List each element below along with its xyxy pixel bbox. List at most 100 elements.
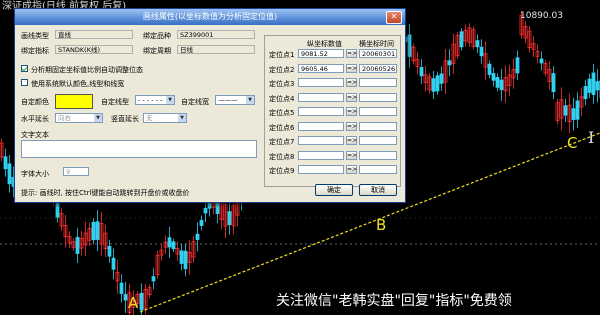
candle-body (539, 58, 544, 64)
point-b-label: B (376, 216, 387, 234)
candle-body (95, 221, 100, 240)
line-properties-dialog: 画线属性(以坐标数值为分析固定位值) ✕ 画线类型 直线 绑定品种 SZ3990… (14, 8, 406, 203)
arrow-right-icon[interactable]: => (346, 49, 357, 58)
fixed-coord-checkbox[interactable] (21, 65, 28, 72)
index-field: STANDK(K线) (55, 45, 133, 54)
text-label: 文字文本 (21, 131, 49, 139)
anchor-label: 定位点9 (269, 167, 295, 175)
color-label: 自定颜色 (21, 98, 49, 106)
arrow-right-icon[interactable]: => (346, 136, 357, 145)
arrow-right-icon[interactable]: => (346, 150, 357, 160)
candle-body (595, 81, 600, 91)
close-icon[interactable]: ✕ (386, 11, 402, 24)
ok-button[interactable]: 确定 (315, 184, 353, 196)
anchor-time-input[interactable] (359, 136, 397, 145)
anchor-value-input[interactable] (298, 92, 344, 102)
chevron-down-icon: ▼ (166, 96, 174, 104)
arrow-right-icon[interactable]: => (346, 92, 357, 102)
anchor-time-input[interactable] (359, 78, 397, 87)
arrow-right-icon[interactable]: => (346, 121, 357, 131)
anchor-time-input[interactable] (359, 150, 397, 160)
candle-body (515, 57, 520, 74)
candle-body (407, 34, 412, 57)
cancel-button[interactable]: 取消 (359, 184, 397, 196)
candle-body (571, 108, 576, 120)
anchor-value-input[interactable]: 9081.52 (298, 49, 344, 58)
anchor-label: 定位点8 (269, 152, 295, 161)
arrow-right-icon[interactable]: => (346, 78, 357, 87)
default-style-checkbox[interactable] (21, 79, 28, 86)
arrow-right-icon[interactable]: => (346, 165, 357, 174)
anchor-time-input[interactable]: 20060301 (359, 49, 397, 58)
candle-body (199, 219, 204, 226)
vextend-select[interactable]: 无 ▼ (143, 113, 187, 123)
candle-body (75, 236, 80, 254)
candle-body (183, 250, 188, 270)
candle-body (151, 276, 156, 282)
candle-body (227, 211, 232, 225)
chevron-down-icon: ▼ (246, 96, 254, 104)
candle-body (479, 46, 484, 57)
hextend-value: 向右 (58, 114, 71, 122)
candle-body (91, 222, 96, 241)
arrow-right-icon[interactable]: => (346, 63, 357, 73)
candle-body (435, 75, 440, 92)
anchor-value-input[interactable] (298, 136, 344, 145)
high-price-label: 10890.03 (520, 11, 563, 21)
anchor-label: 定位点7 (269, 138, 295, 146)
hint-text: 提示: 画线时, 按住Ctrl键能自动跳转到开盘价或收盘价 (21, 189, 190, 197)
candle-body (3, 156, 8, 170)
anchor-value-input[interactable] (298, 78, 344, 87)
type-label: 画线类型 (21, 32, 49, 40)
period-field: 日线 (177, 45, 255, 54)
candle-body (171, 241, 176, 250)
candle-body (459, 31, 464, 48)
candle-body (583, 86, 588, 99)
candle-body (591, 72, 596, 95)
line-width-select[interactable]: ——— ▼ (215, 95, 255, 105)
candle-body (439, 73, 444, 84)
product-field: SZ399001 (177, 30, 255, 39)
point-c-label: C (567, 134, 578, 152)
candle-body (195, 233, 200, 241)
candle-body (575, 100, 580, 120)
index-label: 绑定指标 (21, 47, 49, 55)
candle-body (431, 78, 436, 92)
text-cursor-icon: I (588, 128, 595, 147)
candle-body (119, 282, 124, 294)
default-style-label: 使用系统默认颜色,线型和线宽 (31, 80, 125, 88)
product-label: 绑定品种 (143, 32, 171, 40)
candle-body (123, 294, 128, 301)
anchor-time-input[interactable] (359, 165, 397, 174)
candle-body (447, 60, 452, 66)
hextend-select[interactable]: 向右 ▼ (55, 113, 103, 123)
value-column-header: 纵坐标数值 (307, 40, 342, 48)
dialog-titlebar[interactable]: 画线属性(以坐标数值为分析固定位值) ✕ (15, 9, 405, 25)
anchor-time-input[interactable] (359, 121, 397, 131)
text-textarea[interactable] (21, 140, 257, 158)
anchor-value-input[interactable]: 9605.46 (298, 63, 344, 73)
candle-body (587, 78, 592, 93)
line-style-select[interactable]: - - - - - - ▼ (135, 95, 175, 105)
anchor-label: 定位点4 (269, 94, 295, 103)
candle-body (107, 245, 112, 257)
anchor-points-group: 纵坐标数值 横坐标时间 定位点1 9081.52 => 20060301 定位点2 960… (264, 35, 401, 187)
chevron-down-icon: ▼ (94, 114, 102, 122)
arrow-right-icon[interactable]: => (346, 107, 357, 116)
candle-body (7, 163, 12, 185)
anchor-label: 定位点5 (269, 109, 295, 117)
fontsize-input[interactable]: 9 (63, 167, 89, 176)
anchor-value-input[interactable] (298, 165, 344, 174)
anchor-value-input[interactable] (298, 107, 344, 116)
anchor-label: 定位点2 (269, 65, 295, 74)
color-swatch[interactable] (55, 94, 93, 109)
anchor-value-input[interactable] (298, 150, 344, 160)
anchor-time-input[interactable]: 20060526 (359, 63, 397, 73)
anchor-time-input[interactable] (359, 92, 397, 102)
anchor-value-input[interactable] (298, 121, 344, 131)
anchor-label: 定位点6 (269, 123, 295, 132)
candle-body (419, 67, 424, 77)
watermark-text: 关注微信"老韩实盘"回复"指标"免费领 (276, 293, 512, 309)
anchor-time-input[interactable] (359, 107, 397, 116)
point-a-label: A (128, 294, 139, 312)
